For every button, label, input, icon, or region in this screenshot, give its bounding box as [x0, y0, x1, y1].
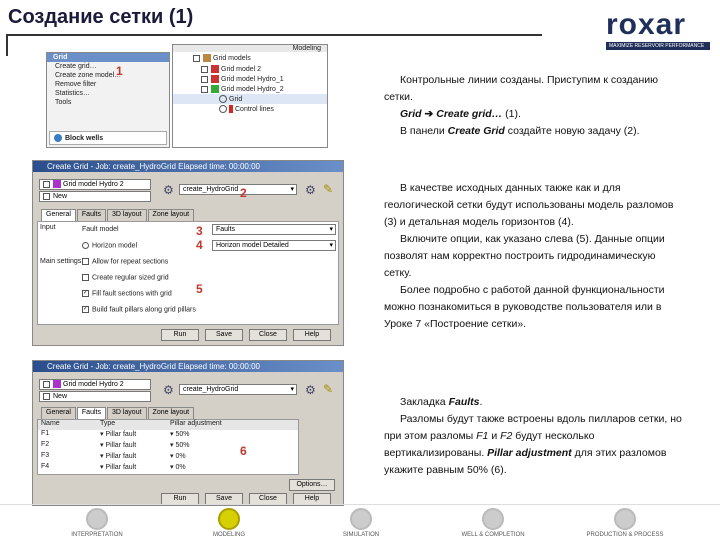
option-regular-grid[interactable]: Create regular sized grid	[82, 274, 169, 281]
footer-divider	[0, 504, 720, 505]
dialog2-tabs: General Faults 3D layout Zone layout	[41, 407, 195, 419]
title-divider	[6, 34, 542, 36]
text-block-2: В качестве исходных данных также как и д…	[384, 180, 682, 333]
text-3a: Закладка Faults.	[400, 396, 483, 408]
nav-modeling: MODELING	[174, 508, 284, 538]
tree-grid[interactable]: Grid	[173, 94, 327, 104]
menu-item-tools[interactable]: Tools	[47, 98, 169, 107]
marker-2: 2	[240, 186, 247, 200]
option-fault-pillars[interactable]: ✓ Build fault pillars along grid pillars	[82, 306, 196, 313]
save-button[interactable]: Save	[205, 329, 243, 341]
edit-icon[interactable]: ✎	[323, 182, 333, 196]
tab-3d-layout[interactable]: 3D layout	[106, 209, 147, 221]
dialog2-tab-zone-layout[interactable]: Zone layout	[147, 407, 195, 419]
fault-model-select[interactable]: Faults ▾	[212, 224, 336, 235]
tree-grid-model-hydro-2[interactable]: Grid model Hydro_2	[173, 84, 327, 94]
marker-5: 5	[196, 282, 203, 296]
dialog1-job-select[interactable]: create_HydroGrid ▾	[179, 184, 297, 195]
dialog1-titlebar: Create Grid - Job: create_HydroGrid Elap…	[33, 161, 343, 172]
create-grid-dialog-general: Create Grid - Job: create_HydroGrid Elap…	[32, 160, 344, 346]
text-3b: Разломы будут также встроены вдоль пилла…	[384, 413, 682, 476]
col-name[interactable]: Name	[38, 420, 100, 430]
marker-1: 1	[116, 64, 123, 78]
menu-item-statistics[interactable]: Statistics…	[47, 89, 169, 98]
col-type[interactable]: Type	[100, 420, 170, 430]
job-gear-icon[interactable]: ⚙	[305, 183, 316, 197]
block-wells-item[interactable]: Block wells	[49, 131, 167, 145]
option-repeat-sections[interactable]: Allow for repeat sections	[82, 258, 168, 265]
dialog1-new-option[interactable]: New	[39, 191, 151, 202]
dialog1-tabs: General Faults 3D layout Zone layout	[41, 209, 195, 221]
tab-zone-layout[interactable]: Zone layout	[147, 209, 195, 221]
dialog2-job-gear-icon[interactable]: ⚙	[305, 383, 316, 397]
fault-table-header: Name Type Pillar adjustment	[38, 420, 298, 430]
dialog2-tab-general[interactable]: General	[41, 407, 76, 419]
menu-panel: Grid Create grid… Create zone model… Rem…	[46, 52, 170, 148]
menu-item-remove-filter[interactable]: Remove filter	[47, 80, 169, 89]
title-divider-vertical	[6, 34, 8, 56]
tab-faults[interactable]: Faults	[76, 209, 106, 221]
create-grid-dialog-faults: Create Grid - Job: create_HydroGrid Elap…	[32, 360, 344, 506]
table-row[interactable]: F2 ▾ Pillar fault ▾ 50%	[38, 441, 298, 452]
tree-grid-model-hydro-1[interactable]: Grid model Hydro_1	[173, 74, 327, 84]
text-2b: Включите опции, как указано слева (5). Д…	[384, 233, 665, 279]
slide-title: Создание сетки (1)	[8, 6, 194, 28]
table-row[interactable]: F1 ▾ Pillar fault ▾ 50%	[38, 430, 298, 441]
text-1b: Grid ➔ Create grid… (1).	[400, 108, 521, 120]
menu-item-create-zone[interactable]: Create zone model…	[47, 71, 169, 80]
dialog2-tab-faults[interactable]: Faults	[76, 407, 106, 419]
fault-model-label: Fault model	[82, 226, 119, 233]
options-button[interactable]: Options…	[289, 479, 335, 491]
text-block-1: Контрольные линии созданы. Приступим к с…	[384, 72, 682, 140]
tree-panel: Modeling Grid models Grid model 2 Grid m…	[172, 44, 328, 148]
col-pillar-adjustment[interactable]: Pillar adjustment	[170, 420, 260, 430]
help-button[interactable]: Help	[293, 329, 331, 341]
nav-production-process: PRODUCTION & PROCESS	[570, 508, 680, 538]
dialog1-model-select[interactable]: Grid model Hydro 2	[39, 179, 151, 190]
table-row[interactable]: F4 ▾ Pillar fault ▾ 0%	[38, 463, 298, 474]
roxar-logo: roxar MAXIMIZE RESERVOIR PERFORMANCE	[606, 10, 710, 50]
dialog2-titlebar: Create Grid - Job: create_HydroGrid Elap…	[33, 361, 343, 372]
option-fill-fault[interactable]: ✓ Fill fault sections with grid	[82, 290, 172, 297]
dialog1-tab-body: Input Fault model Faults ▾ Horizon model …	[37, 221, 339, 325]
text-block-3: Закладка Faults. Разломы будут также вст…	[384, 394, 682, 479]
fault-table: Name Type Pillar adjustment F1 ▾ Pillar …	[37, 419, 299, 475]
nav-interpretation: INTERPRETATION	[42, 508, 152, 538]
run-button[interactable]: Run	[161, 329, 199, 341]
marker-4: 4	[196, 238, 203, 252]
horizon-model-select[interactable]: Horizon model Detailed ▾	[212, 240, 336, 251]
tree-grid-models[interactable]: Grid models	[173, 52, 327, 64]
input-label: Input	[40, 224, 56, 231]
settings-gear-icon[interactable]: ⚙	[163, 183, 174, 197]
menu-item-create-grid[interactable]: Create grid…	[47, 62, 169, 71]
wells-icon	[54, 134, 62, 142]
tree-grid-model-2[interactable]: Grid model 2	[173, 64, 327, 74]
text-2a: В качестве исходных данных также как и д…	[384, 182, 674, 228]
main-settings-label: Main settings	[40, 258, 82, 265]
dialog2-edit-icon[interactable]: ✎	[323, 382, 333, 396]
tab-general[interactable]: General	[41, 209, 76, 221]
marker-3: 3	[196, 224, 203, 238]
table-row[interactable]: F3 ▾ Pillar fault ▾ 0%	[38, 452, 298, 463]
nav-well-completion: WELL & COMPLETION	[438, 508, 548, 538]
grid-menu-header[interactable]: Grid	[47, 53, 169, 62]
text-1a: Контрольные линии созданы. Приступим к с…	[384, 74, 659, 103]
dialog2-new-option[interactable]: New	[39, 391, 151, 402]
marker-6: 6	[240, 444, 247, 458]
tree-control-lines[interactable]: Control lines	[173, 104, 327, 114]
nav-simulation: SIMULATION	[306, 508, 416, 538]
dialog2-gear-icon[interactable]: ⚙	[163, 383, 174, 397]
tree-header: Modeling	[173, 45, 327, 52]
text-1c: В панели Create Grid создайте новую зада…	[400, 125, 640, 137]
dialog2-model-select[interactable]: Grid model Hydro 2	[39, 379, 151, 390]
dialog2-tab-3d-layout[interactable]: 3D layout	[106, 407, 147, 419]
close-button[interactable]: Close	[249, 329, 287, 341]
dialog2-job-select[interactable]: create_HydroGrid ▾	[179, 384, 297, 395]
horizon-model-label: Horizon model	[82, 242, 137, 249]
text-2c: Более подробно с работой данной функцион…	[384, 284, 665, 330]
